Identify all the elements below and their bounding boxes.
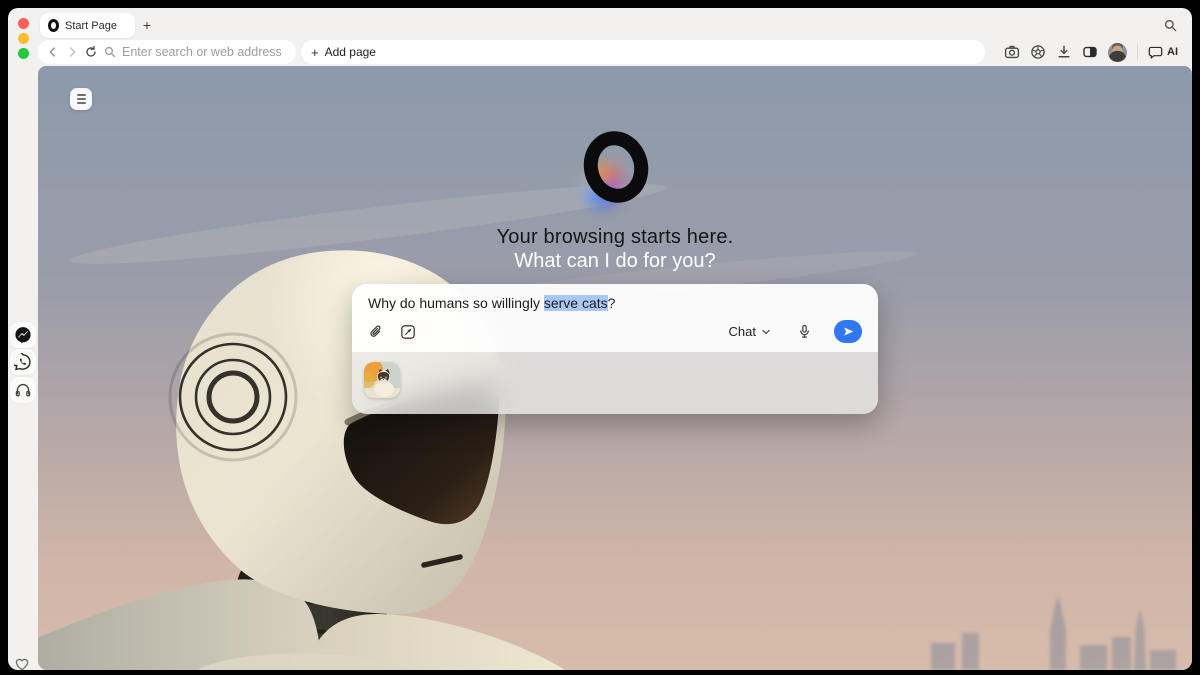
minimize-window-button[interactable] — [18, 33, 29, 44]
browser-window: Start Page + Enter search or web address… — [8, 8, 1192, 670]
cat-photo-attachment[interactable] — [364, 362, 400, 398]
address-bar[interactable]: Enter search or web address — [38, 40, 296, 64]
microphone-icon[interactable] — [797, 324, 812, 339]
download-icon[interactable] — [1056, 44, 1072, 60]
mode-dropdown[interactable]: Chat — [729, 324, 771, 339]
sidebar-setup-button[interactable] — [70, 88, 92, 110]
add-page-label: Add page — [325, 45, 376, 59]
forward-icon[interactable] — [65, 45, 79, 59]
aria-prompt-card: Why do humans so willingly serve cats? C… — [352, 284, 878, 414]
chevron-down-icon — [761, 327, 771, 337]
tab-start-page[interactable]: Start Page — [40, 13, 135, 38]
toolbar-divider — [1137, 44, 1138, 60]
sidebar-item-whatsapp[interactable] — [10, 349, 36, 375]
prompt-attachments — [352, 352, 878, 414]
zoom-window-button[interactable] — [18, 48, 29, 59]
address-placeholder: Enter search or web address — [122, 45, 282, 59]
tab-label: Start Page — [65, 20, 117, 32]
ai-chat-bubble-icon — [1148, 45, 1163, 60]
opera-logo-icon — [48, 19, 59, 32]
sidebar-item-messenger[interactable] — [10, 322, 36, 348]
start-page: Your browsing starts here. What can I do… — [38, 66, 1192, 670]
send-icon — [842, 325, 855, 338]
send-button[interactable] — [834, 320, 862, 343]
toolbar-right: AI — [1004, 40, 1178, 64]
snapshot-camera-icon[interactable] — [1004, 44, 1020, 60]
profile-avatar[interactable] — [1108, 43, 1127, 62]
close-window-button[interactable] — [18, 18, 29, 29]
prompt-text: Why do humans so willingly serve cats? — [368, 295, 862, 311]
aria-ai-button[interactable]: AI — [1148, 45, 1178, 60]
headline: Your browsing starts here. — [38, 226, 1192, 249]
selected-text: serve cats — [544, 295, 608, 311]
split-view-icon[interactable] — [1082, 44, 1098, 60]
ai-label: AI — [1167, 46, 1178, 58]
plus-icon: + — [311, 45, 319, 60]
back-icon[interactable] — [46, 45, 60, 59]
sidebar-item-player[interactable] — [10, 377, 36, 403]
player-headphones-icon — [14, 381, 32, 399]
add-page-button[interactable]: + Add page — [301, 40, 985, 64]
subheadline: What can I do for you? — [38, 250, 1192, 273]
prompt-input[interactable]: Why do humans so willingly serve cats? C… — [352, 284, 878, 352]
whatsapp-icon — [14, 353, 32, 371]
reload-icon[interactable] — [84, 45, 98, 59]
opera-one-logo — [584, 131, 648, 203]
search-tabs-icon[interactable] — [1163, 18, 1178, 33]
new-tab-button[interactable]: + — [138, 16, 156, 34]
capture-icon[interactable] — [400, 324, 416, 340]
heart-icon[interactable] — [14, 656, 30, 670]
mode-label: Chat — [729, 324, 756, 339]
soccer-ball-icon[interactable] — [1030, 44, 1046, 60]
messenger-icon — [14, 326, 32, 344]
attachment-paperclip-icon[interactable] — [368, 324, 384, 340]
search-icon — [103, 45, 117, 59]
